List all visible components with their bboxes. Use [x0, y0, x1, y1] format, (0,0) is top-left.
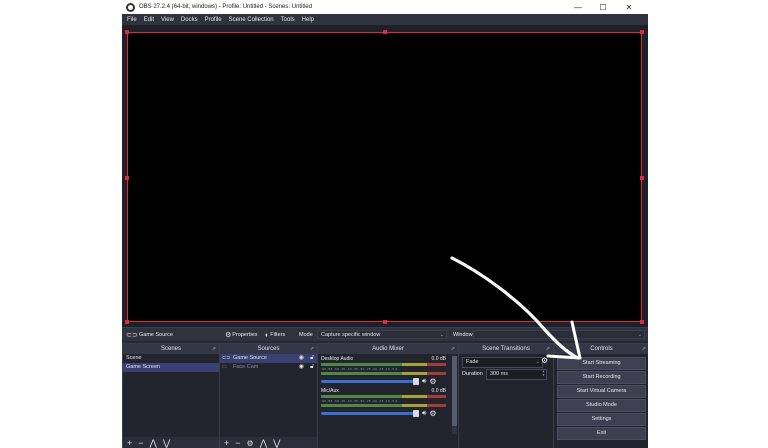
annotation-arrow [450, 256, 582, 360]
